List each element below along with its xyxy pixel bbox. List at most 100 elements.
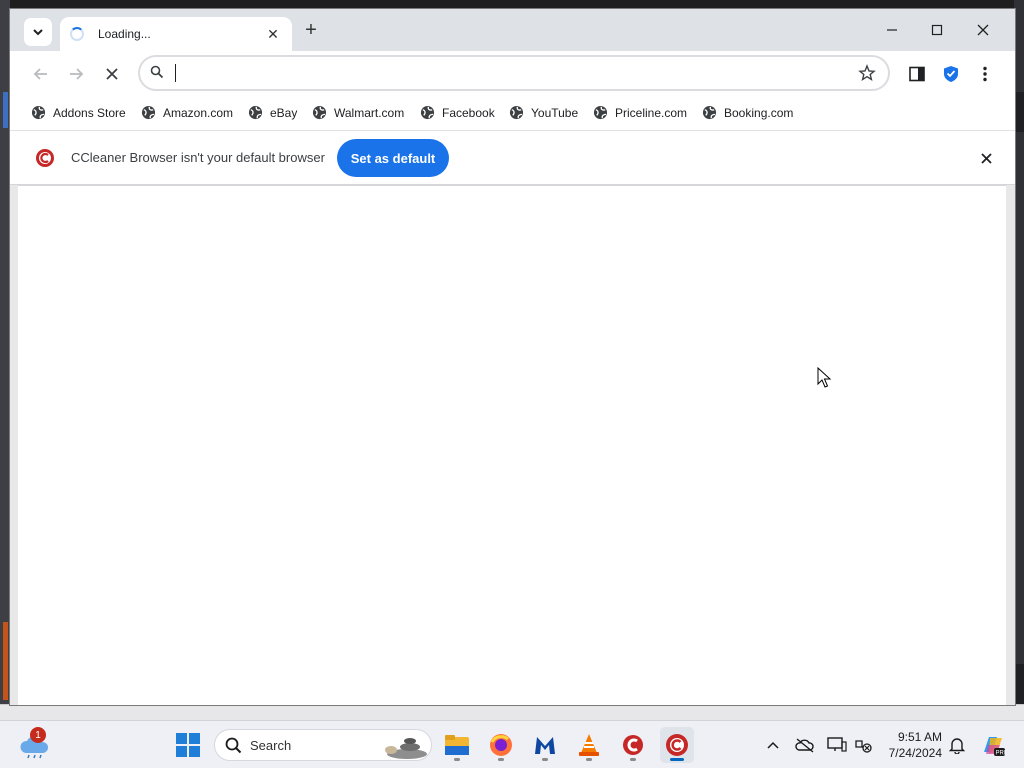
address-bar[interactable] <box>138 55 890 91</box>
taskbar-search[interactable]: Search <box>214 729 432 761</box>
stop-loading-button[interactable] <box>101 63 123 85</box>
copilot-button[interactable]: PRE <box>980 731 1006 759</box>
running-indicator <box>586 758 592 761</box>
arrow-left-icon <box>33 68 47 80</box>
bookmark-item[interactable]: eBay <box>248 105 297 120</box>
taskbar-vlc[interactable] <box>572 727 606 763</box>
shield-icon <box>944 66 958 82</box>
onedrive-tray[interactable] <box>794 735 816 755</box>
page-content[interactable] <box>18 186 1008 705</box>
bookmark-label: eBay <box>270 105 298 120</box>
bookmark-item[interactable]: Facebook <box>420 105 495 120</box>
bookmark-label: Facebook <box>442 105 495 120</box>
firefox-icon <box>490 734 512 756</box>
svg-text:PRE: PRE <box>996 751 1007 757</box>
side-panel-icon <box>909 66 925 82</box>
close-window-button[interactable] <box>963 19 1003 41</box>
bookmark-label: Walmart.com <box>334 105 405 120</box>
network-tray[interactable] <box>852 735 874 755</box>
taskbar: 1 Search 9:51 AM 7/24/2024 PRE <box>0 720 1024 768</box>
loading-spinner-icon <box>70 27 84 41</box>
address-input[interactable] <box>172 63 832 83</box>
minimize-button[interactable] <box>872 19 912 41</box>
globe-icon <box>312 105 327 120</box>
bookmark-label: Addons Store <box>53 105 126 120</box>
clock-date: 7/24/2024 <box>888 746 942 760</box>
menu-button[interactable] <box>974 63 996 85</box>
tab-search-button[interactable] <box>24 18 52 46</box>
mouse-cursor-icon <box>817 367 831 388</box>
bookmark-item[interactable]: Walmart.com <box>312 105 404 120</box>
maximize-button[interactable] <box>917 19 957 41</box>
malwarebytes-icon <box>535 737 555 754</box>
search-highlight-icon <box>385 738 427 759</box>
running-indicator <box>454 758 460 761</box>
network-icon <box>855 740 872 753</box>
bookmark-item[interactable]: YouTube <box>509 105 578 120</box>
infobar-close-button[interactable] <box>977 149 995 167</box>
search-icon <box>150 65 164 79</box>
forward-button[interactable] <box>65 63 87 85</box>
globe-icon <box>509 105 524 120</box>
bookmark-item[interactable]: Booking.com <box>702 105 793 120</box>
globe-icon <box>31 105 46 120</box>
cloud-off-icon <box>795 738 814 753</box>
set-as-default-button[interactable]: Set as default <box>337 139 449 177</box>
globe-icon <box>420 105 435 120</box>
chevron-down-icon <box>33 29 43 36</box>
globe-icon <box>248 105 263 120</box>
notifications-button[interactable] <box>946 735 968 755</box>
taskbar-file-explorer[interactable] <box>440 727 474 763</box>
globe-icon <box>702 105 717 120</box>
system-clock[interactable]: 9:51 AM 7/24/2024 <box>880 729 942 761</box>
bookmark-label: YouTube <box>531 105 579 120</box>
security-extension-button[interactable] <box>940 63 962 85</box>
tab-close-button[interactable]: ✕ <box>264 26 282 43</box>
chevron-up-icon <box>767 741 779 749</box>
kebab-menu-icon <box>983 66 987 82</box>
taskbar-ccleaner[interactable] <box>616 727 650 763</box>
running-indicator <box>670 758 684 761</box>
tab-active[interactable]: Loading... ✕ <box>60 17 292 51</box>
start-button[interactable] <box>176 733 200 760</box>
bookmark-item[interactable]: Amazon.com <box>141 105 233 120</box>
close-icon <box>977 24 989 36</box>
running-indicator <box>498 758 504 761</box>
bookmarks-bar: Addons Store Amazon.com eBay Walmart.com… <box>10 97 1015 131</box>
ccleaner-logo-icon <box>36 149 54 167</box>
bookmark-label: Booking.com <box>724 105 794 120</box>
folder-icon <box>445 735 469 755</box>
clock-time: 9:51 AM <box>897 730 942 744</box>
globe-icon <box>141 105 156 120</box>
bookmark-item[interactable]: Addons Store <box>31 105 126 120</box>
search-icon <box>225 737 242 754</box>
infobar-message: CCleaner Browser isn't your default brow… <box>71 150 325 165</box>
window-frame <box>1006 185 1015 705</box>
taskbar-malwarebytes[interactable] <box>528 727 562 763</box>
windows-logo-icon <box>176 733 200 757</box>
minimize-icon <box>887 29 897 31</box>
taskbar-ccleaner-browser[interactable] <box>660 727 694 763</box>
desktop-background <box>0 0 1024 8</box>
running-indicator <box>542 758 548 761</box>
taskbar-firefox[interactable] <box>484 727 518 763</box>
bookmark-item[interactable]: Priceline.com <box>593 105 687 120</box>
close-icon <box>106 68 118 80</box>
background-window-bottom <box>0 704 1024 720</box>
window-frame <box>10 185 18 705</box>
globe-icon <box>593 105 608 120</box>
display-tray[interactable] <box>826 735 848 755</box>
browser-window: Loading... ✕ + Addons Store Amazon.com e… <box>9 8 1016 706</box>
show-hidden-icons-button[interactable] <box>762 735 784 755</box>
back-button[interactable] <box>30 63 52 85</box>
default-browser-infobar: CCleaner Browser isn't your default brow… <box>10 131 1015 185</box>
monitor-icon <box>827 737 847 752</box>
bookmark-star-icon[interactable] <box>858 64 876 82</box>
side-panel-button[interactable] <box>906 63 928 85</box>
maximize-icon <box>931 24 943 36</box>
new-tab-button[interactable]: + <box>300 20 322 42</box>
copilot-icon: PRE <box>984 737 1007 757</box>
tab-title: Loading... <box>98 27 151 41</box>
notification-badge: 1 <box>30 727 46 743</box>
bookmark-label: Priceline.com <box>615 105 688 120</box>
